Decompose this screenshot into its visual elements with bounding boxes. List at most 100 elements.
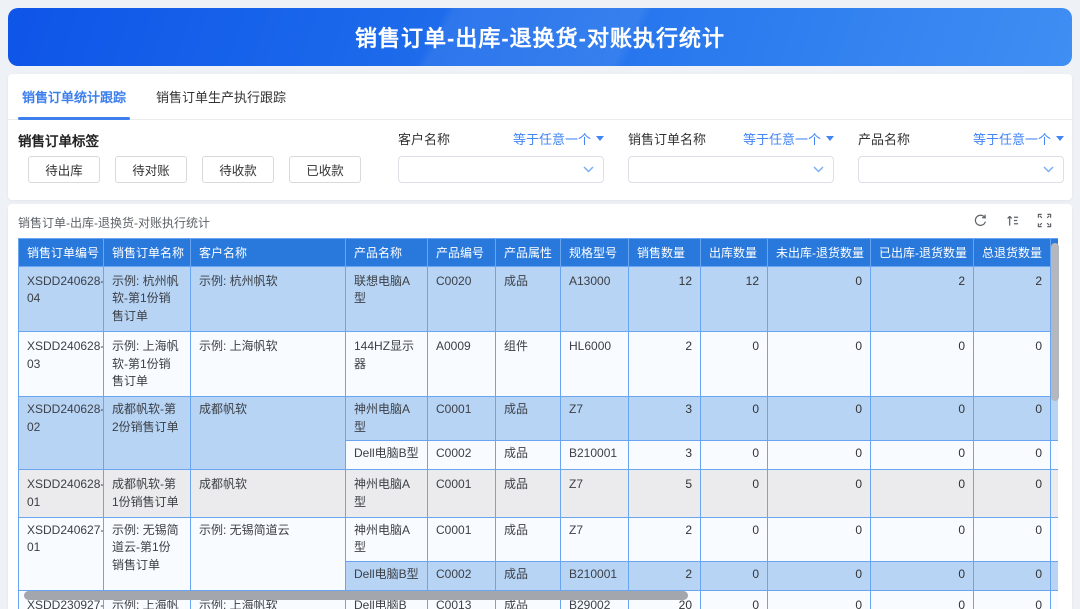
filter-zone: 销售订单标签 待出库 待对账 待收款 已收款 客户名称 等于任意一个 销售订单名… (8, 120, 1072, 199)
column-header: 规格型号 (561, 239, 629, 267)
customer-name-cell: 成都帆软 (191, 470, 346, 518)
customer-name-cell: 成都帆软 (191, 397, 346, 470)
order-code-cell: XSDD240628-01 (19, 470, 104, 518)
outbound-qty-cell: 0 (701, 441, 768, 470)
sales-qty-cell: 2 (629, 561, 701, 590)
customer-name-filter: 客户名称 等于任意一个 (398, 128, 604, 183)
column-header: 未出库-退货数量 (768, 239, 871, 267)
page-title: 销售订单-出库-退换货-对账执行统计 (355, 21, 725, 53)
fullscreen-icon[interactable] (1037, 213, 1052, 228)
row-sort-icon[interactable] (1005, 213, 1020, 228)
product-name-filter: 产品名称 等于任意一个 (858, 128, 1064, 183)
total-return-qty-cell: 2 (974, 267, 1051, 332)
vertical-scrollbar-thumb[interactable] (1051, 243, 1059, 401)
refresh-icon[interactable] (973, 213, 988, 228)
outbound-qty-cell: 0 (701, 517, 768, 561)
tag-button-pending-reconcile[interactable]: 待对账 (115, 156, 187, 183)
customer-name-label: 客户名称 (398, 129, 450, 148)
tag-button-pending-outbound[interactable]: 待出库 (28, 156, 100, 183)
order-tag-group-label: 销售订单标签 (18, 130, 99, 150)
spec-model-cell: A13000 (561, 267, 629, 332)
product-name-cell: Dell电脑B型 (346, 441, 428, 470)
not-outbound-return-qty-cell: 0 (768, 267, 871, 332)
tab-sales-order-production[interactable]: 销售订单生产执行跟踪 (152, 74, 290, 119)
total-return-qty-cell: 0 (974, 517, 1051, 561)
column-header: 已出库-退货数量 (871, 239, 974, 267)
table-row[interactable]: XSDD240628-04示例: 杭州帆软-第1份销售订单示例: 杭州帆软联想电… (19, 267, 1059, 332)
product-attr-cell: 成品 (496, 441, 561, 470)
tag-button-paid[interactable]: 已收款 (289, 156, 361, 183)
horizontal-scrollbar-thumb[interactable] (24, 591, 688, 600)
order-name-cell: 示例: 上海帆软-第1份销售订单 (104, 332, 191, 397)
sales-order-name-operator[interactable]: 等于任意一个 (743, 129, 834, 148)
outbound-qty-cell: 0 (701, 332, 768, 397)
page-banner: 销售订单-出库-退换货-对账执行统计 (8, 8, 1072, 66)
tag-button-pending-payment[interactable]: 待收款 (202, 156, 274, 183)
statistics-table-wrapper: 销售订单编号销售订单名称客户名称产品名称产品编号产品属性规格型号销售数量出库数量… (18, 238, 1058, 609)
column-header: 销售订单名称 (104, 239, 191, 267)
product-attr-cell: 组件 (496, 332, 561, 397)
outbound-return-qty-cell: 0 (871, 517, 974, 561)
product-name-operator[interactable]: 等于任意一个 (973, 129, 1064, 148)
outbound-qty-cell: 0 (701, 470, 768, 518)
outbound-return-qty-cell: 2 (871, 267, 974, 332)
table-row[interactable]: XSDD240628-01成都帆软-第1份销售订单成都帆软神州电脑A型C0001… (19, 470, 1059, 518)
sales-qty-cell: 3 (629, 441, 701, 470)
chevron-down-icon (813, 166, 824, 173)
not-outbound-return-qty-cell: 0 (768, 470, 871, 518)
chevron-down-icon (583, 166, 594, 173)
clipped-overflow-cell (1051, 470, 1059, 518)
operator-label: 等于任意一个 (973, 129, 1051, 148)
order-code-cell: XSDD240628-04 (19, 267, 104, 332)
not-outbound-return-qty-cell: 0 (768, 397, 871, 441)
product-attr-cell: 成品 (496, 397, 561, 441)
sales-order-name-select[interactable] (628, 156, 834, 183)
product-code-cell: C0002 (428, 561, 496, 590)
operator-label: 等于任意一个 (743, 129, 821, 148)
product-name-label: 产品名称 (858, 129, 910, 148)
chevron-down-icon (1043, 166, 1054, 173)
outbound-qty-cell: 0 (701, 590, 768, 609)
product-code-cell: C0001 (428, 397, 496, 441)
not-outbound-return-qty-cell: 0 (768, 590, 871, 609)
triangle-down-icon (826, 136, 834, 141)
product-name-cell: 144HZ显示器 (346, 332, 428, 397)
outbound-return-qty-cell: 0 (871, 590, 974, 609)
column-header: 产品属性 (496, 239, 561, 267)
customer-name-operator[interactable]: 等于任意一个 (513, 129, 604, 148)
not-outbound-return-qty-cell: 0 (768, 517, 871, 561)
table-header-row: 销售订单编号销售订单名称客户名称产品名称产品编号产品属性规格型号销售数量出库数量… (19, 239, 1059, 267)
customer-name-cell: 示例: 杭州帆软 (191, 267, 346, 332)
tab-label: 销售订单生产执行跟踪 (156, 87, 286, 106)
sales-order-name-filter: 销售订单名称 等于任意一个 (628, 128, 834, 183)
tab-label: 销售订单统计跟踪 (22, 87, 126, 106)
table-card-header: 销售订单-出库-退换货-对账执行统计 (8, 204, 1072, 238)
outbound-return-qty-cell: 0 (871, 470, 974, 518)
total-return-qty-cell: 0 (974, 590, 1051, 609)
order-name-cell: 成都帆软-第1份销售订单 (104, 470, 191, 518)
spec-model-cell: Z7 (561, 397, 629, 441)
product-attr-cell: 成品 (496, 470, 561, 518)
table-row[interactable]: XSDD240628-03示例: 上海帆软-第1份销售订单示例: 上海帆软144… (19, 332, 1059, 397)
product-code-cell: C0001 (428, 517, 496, 561)
table-card-title: 销售订单-出库-退换货-对账执行统计 (18, 214, 210, 231)
operator-label: 等于任意一个 (513, 129, 591, 148)
outbound-return-qty-cell: 0 (871, 561, 974, 590)
not-outbound-return-qty-cell: 0 (768, 332, 871, 397)
product-name-cell: 神州电脑A型 (346, 517, 428, 561)
product-name-select[interactable] (858, 156, 1064, 183)
table-row[interactable]: XSDD240627-01示例: 无锡简道云-第1份销售订单示例: 无锡简道云神… (19, 517, 1059, 561)
tab-sales-order-statistics[interactable]: 销售订单统计跟踪 (18, 74, 130, 119)
product-code-cell: C0002 (428, 441, 496, 470)
spec-model-cell: Z7 (561, 517, 629, 561)
clipped-overflow-cell (1051, 561, 1059, 590)
statistics-table: 销售订单编号销售订单名称客户名称产品名称产品编号产品属性规格型号销售数量出库数量… (18, 238, 1058, 609)
column-header: 客户名称 (191, 239, 346, 267)
statistics-table-card: 销售订单-出库-退换货-对账执行统计 销售订单编号销售订单名称客户名称产品名称产… (8, 204, 1072, 609)
column-header: 出库数量 (701, 239, 768, 267)
customer-name-select[interactable] (398, 156, 604, 183)
not-outbound-return-qty-cell: 0 (768, 441, 871, 470)
total-return-qty-cell: 0 (974, 397, 1051, 441)
table-row[interactable]: XSDD240628-02成都帆软-第2份销售订单成都帆软神州电脑A型C0001… (19, 397, 1059, 441)
order-code-cell: XSDD240627-01 (19, 517, 104, 590)
